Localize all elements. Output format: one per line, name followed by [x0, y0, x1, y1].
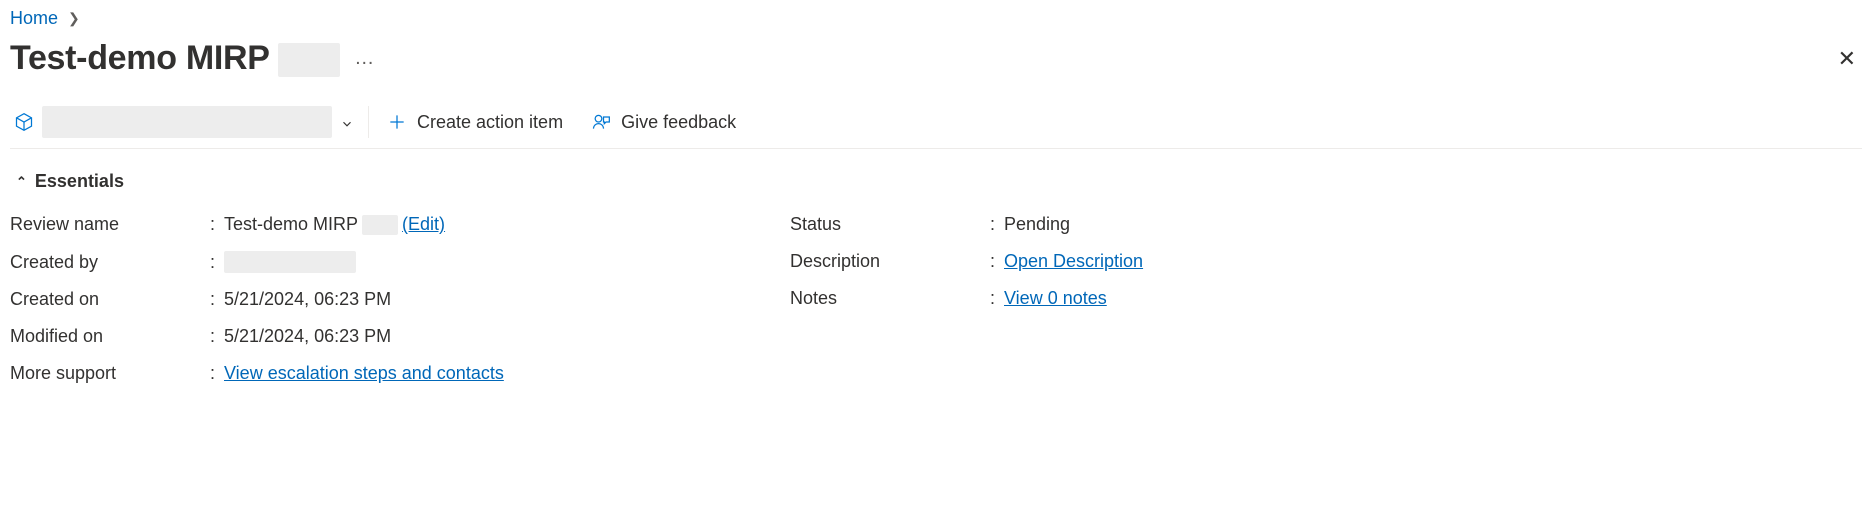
modified-on-label: Modified on [10, 326, 210, 347]
essentials-right-column: Status : Pending Description : Open Desc… [790, 214, 1862, 384]
description-label: Description [790, 251, 990, 272]
close-icon[interactable]: ✕ [1832, 40, 1862, 78]
breadcrumb: Home ❯ [10, 8, 1862, 29]
chevron-up-icon: ⌃ [16, 174, 27, 190]
open-description-link[interactable]: Open Description [1004, 251, 1143, 272]
resource-dropdown[interactable] [10, 106, 369, 138]
status-label: Status [790, 214, 990, 235]
breadcrumb-home[interactable]: Home [10, 8, 58, 29]
redacted-resource-name [42, 106, 332, 138]
give-feedback-button[interactable]: Give feedback [577, 108, 750, 137]
chevron-right-icon: ❯ [68, 10, 80, 27]
created-by-label: Created by [10, 252, 210, 273]
feedback-icon [591, 112, 611, 132]
more-support-label: More support [10, 363, 210, 384]
review-name-value: Test-demo MIRP [224, 214, 358, 235]
essentials-left-column: Review name : Test-demo MIRP (Edit) Crea… [10, 214, 790, 384]
field-created-by: Created by : [10, 251, 790, 273]
field-modified-on: Modified on : 5/21/2024, 06:23 PM [10, 326, 790, 347]
chevron-down-icon [340, 115, 354, 129]
view-notes-link[interactable]: View 0 notes [1004, 288, 1107, 309]
escalation-link[interactable]: View escalation steps and contacts [224, 363, 504, 384]
review-name-label: Review name [10, 214, 210, 235]
essentials-toggle[interactable]: ⌃ Essentials [10, 171, 1862, 192]
redacted-created-by-value [224, 251, 356, 273]
essentials-label: Essentials [35, 171, 124, 192]
title-row: Test-demo MIRP … ✕ [10, 39, 1862, 78]
field-more-support: More support : View escalation steps and… [10, 363, 790, 384]
field-review-name: Review name : Test-demo MIRP (Edit) [10, 214, 790, 235]
field-notes: Notes : View 0 notes [790, 288, 1862, 309]
created-on-value: 5/21/2024, 06:23 PM [224, 289, 391, 310]
notes-label: Notes [790, 288, 990, 309]
essentials-grid: Review name : Test-demo MIRP (Edit) Crea… [10, 214, 1862, 384]
page-title: Test-demo MIRP [10, 39, 340, 78]
plus-icon [387, 112, 407, 132]
created-on-label: Created on [10, 289, 210, 310]
field-status: Status : Pending [790, 214, 1862, 235]
redacted-review-name-suffix [362, 215, 398, 235]
create-action-item-button[interactable]: Create action item [373, 108, 577, 137]
toolbar: Create action item Give feedback [10, 106, 1862, 149]
create-action-item-label: Create action item [417, 112, 563, 133]
edit-review-name-link[interactable]: (Edit) [402, 214, 445, 235]
more-menu-icon[interactable]: … [350, 43, 378, 74]
field-created-on: Created on : 5/21/2024, 06:23 PM [10, 289, 790, 310]
cube-icon [14, 112, 34, 132]
modified-on-value: 5/21/2024, 06:23 PM [224, 326, 391, 347]
status-value: Pending [1004, 214, 1070, 235]
field-description: Description : Open Description [790, 251, 1862, 272]
give-feedback-label: Give feedback [621, 112, 736, 133]
redacted-title-suffix [278, 43, 340, 77]
